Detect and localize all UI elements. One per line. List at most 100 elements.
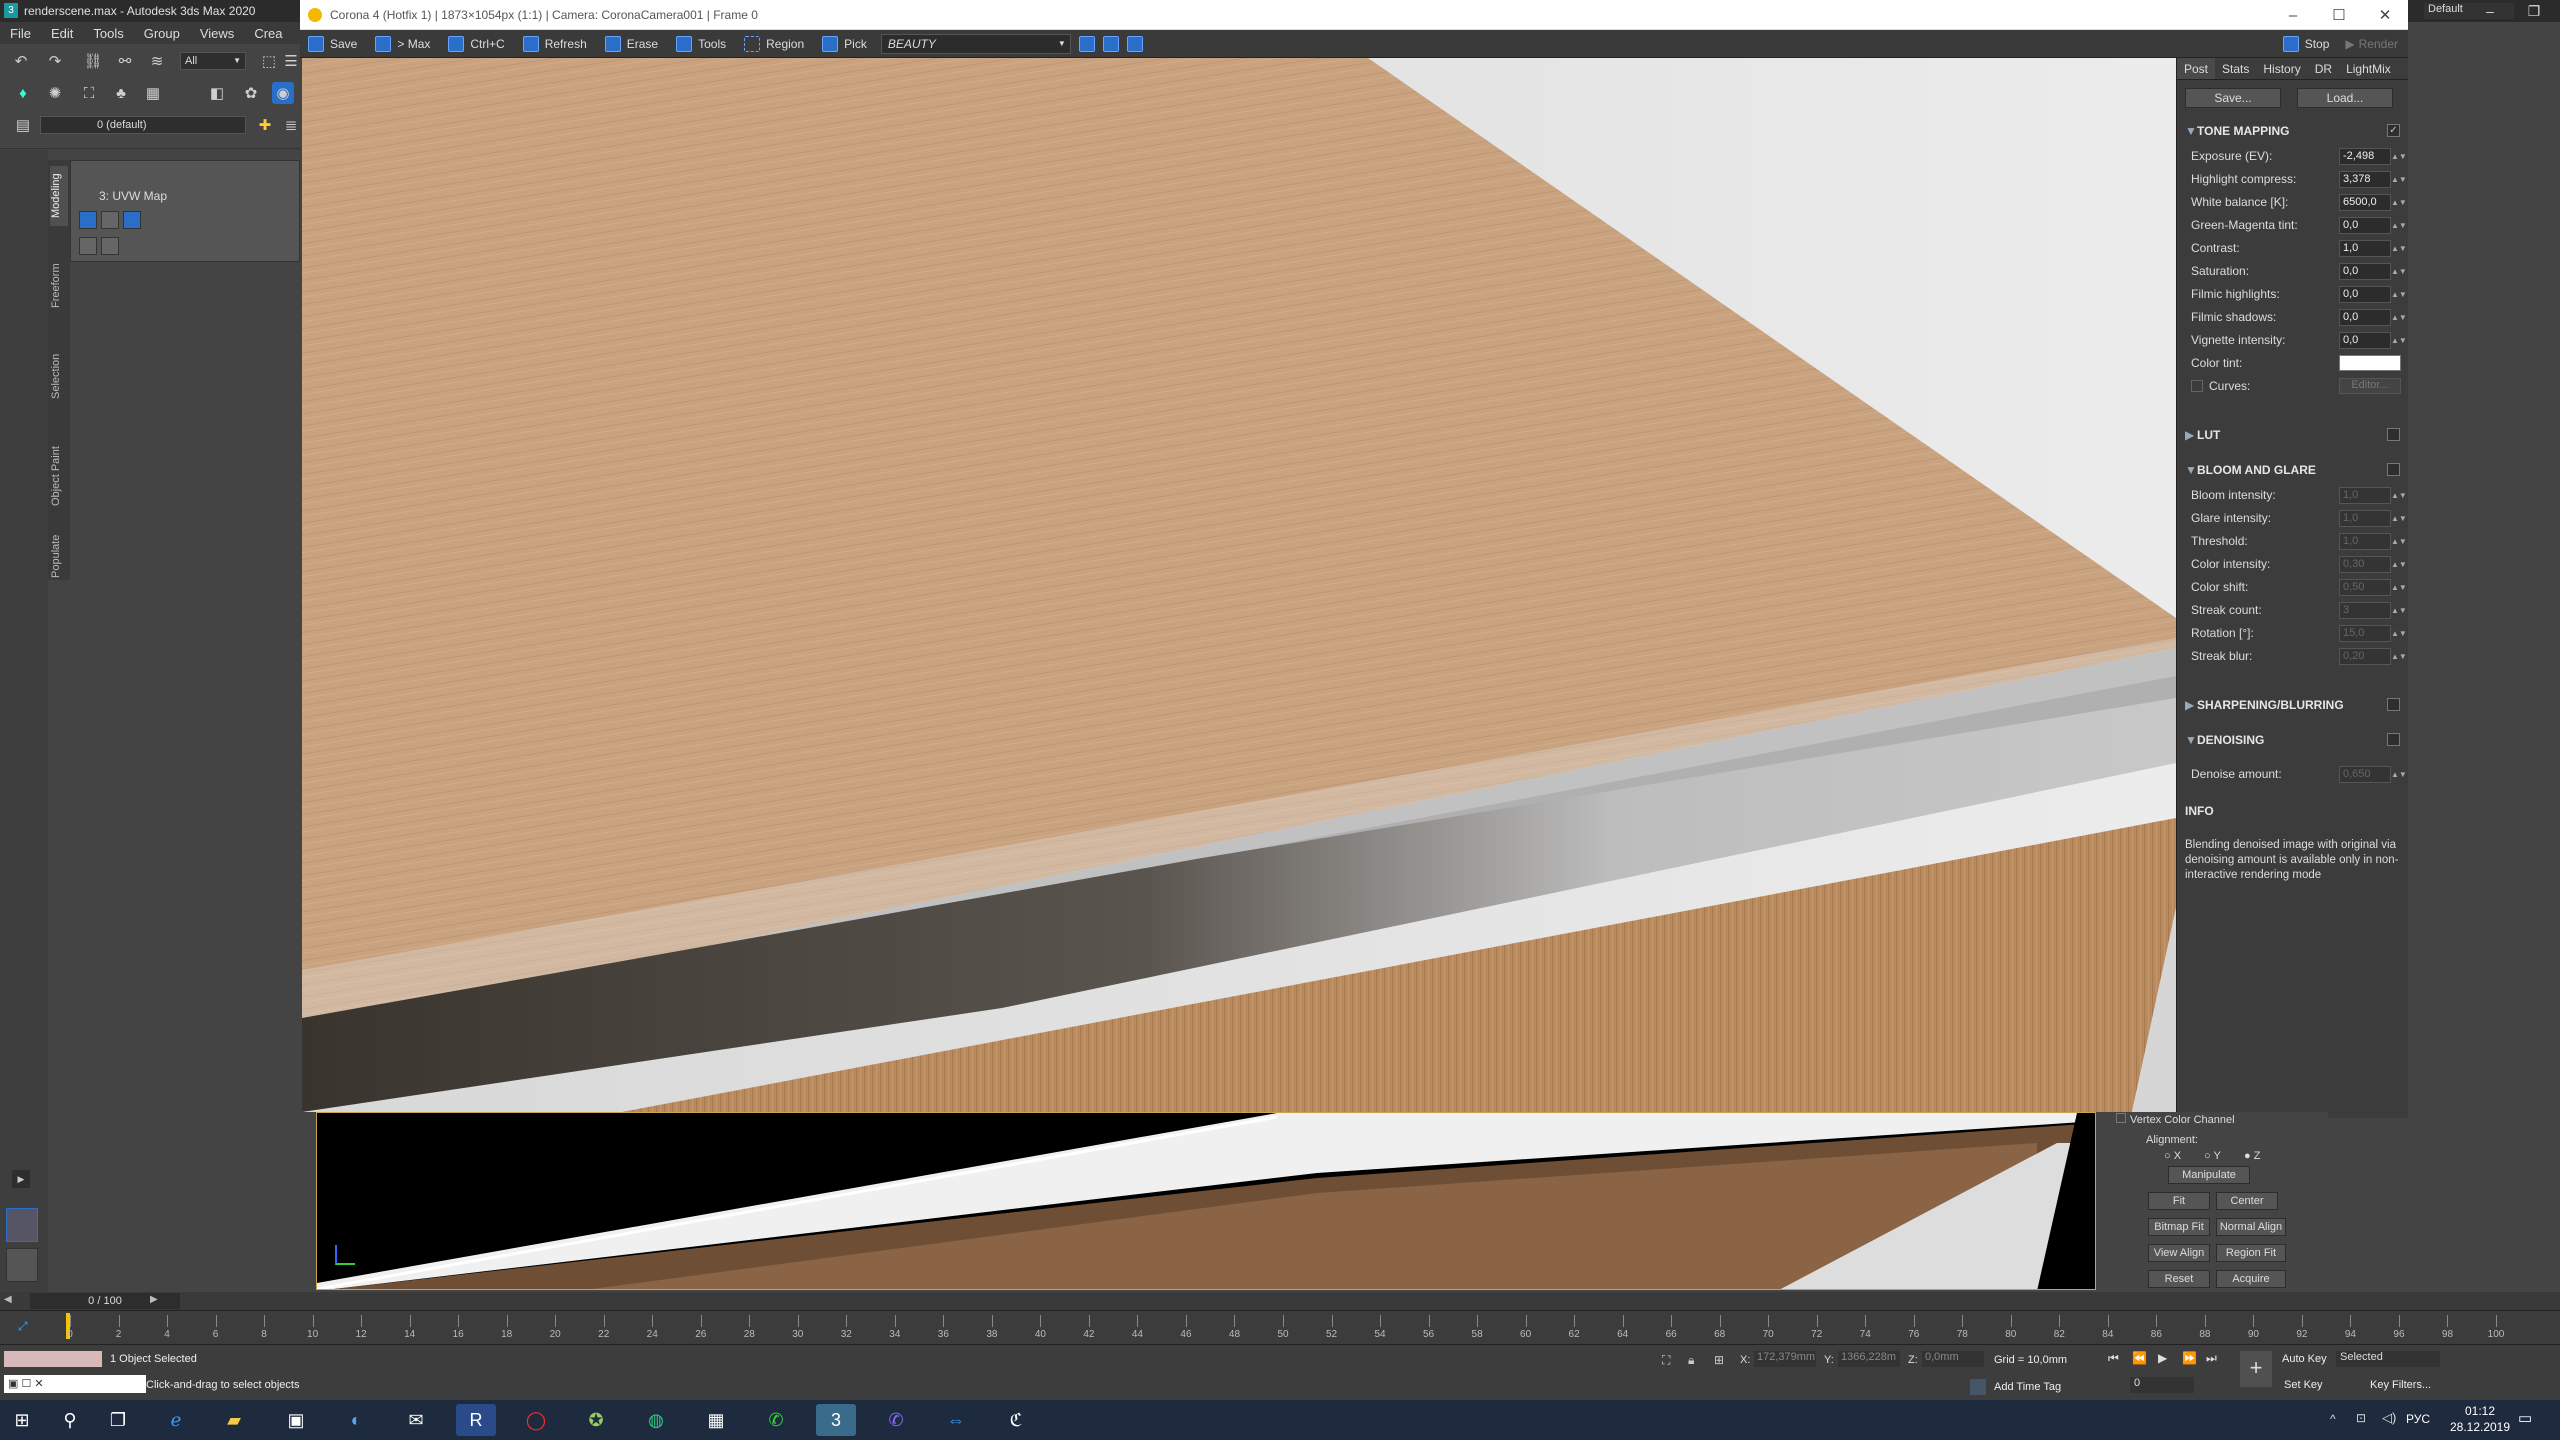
vfb-stop-button[interactable]: Stop	[2282, 33, 2329, 55]
y-coord-field[interactable]: 1366,228m	[1838, 1351, 1900, 1367]
store-icon[interactable]: ▣	[276, 1404, 316, 1436]
post-save-button[interactable]: Save...	[2185, 88, 2281, 108]
language-indicator[interactable]: РУС	[2406, 1412, 2430, 1426]
clock-time[interactable]: 01:12	[2452, 1404, 2508, 1418]
set-key-button[interactable]: Set Key	[2284, 1379, 2323, 1391]
curves-checkbox[interactable]	[2191, 380, 2203, 392]
curves-editor-button[interactable]: Editor...	[2339, 378, 2401, 394]
normal-align-button[interactable]: Normal Align	[2216, 1218, 2286, 1236]
next-key-icon[interactable]: ⏩	[2182, 1351, 2197, 1365]
vertex-color-checkbox[interactable]: Vertex Color Channel	[2116, 1112, 2235, 1128]
next-frame-icon[interactable]: ▶	[150, 1294, 158, 1305]
glare-intensity-field[interactable]: 1,0	[2339, 509, 2391, 527]
manipulate-button[interactable]: Manipulate	[2168, 1166, 2250, 1184]
restore-icon[interactable]: ❐	[2512, 0, 2556, 22]
post-load-button[interactable]: Load...	[2297, 88, 2393, 108]
revit-icon[interactable]: R	[456, 1404, 496, 1436]
section-tone-mapping[interactable]: ▼TONE MAPPING	[2185, 124, 2289, 138]
layer-dropdown[interactable]: 0 (default)	[40, 116, 246, 134]
spinner-icon[interactable]: ▲▼	[2391, 514, 2407, 523]
material-editor-icon[interactable]: ◧	[206, 82, 228, 104]
tab-selection[interactable]: Selection	[50, 346, 68, 406]
spinner-icon[interactable]: ▲▼	[2391, 652, 2407, 661]
windows-start-icon[interactable]: ⊞	[2, 1404, 42, 1436]
spinner-icon[interactable]: ▲▼	[2391, 491, 2407, 500]
x-coord-field[interactable]: 172,379mm	[1754, 1351, 1816, 1367]
make-unique-icon[interactable]	[123, 211, 141, 229]
exposure-field[interactable]: -2,498	[2339, 147, 2391, 165]
vignette-field[interactable]: 0,0	[2339, 331, 2391, 349]
app-globe-icon[interactable]: ✪	[576, 1404, 616, 1436]
unlink-icon[interactable]: ⚯	[114, 50, 136, 72]
highlight-compress-field[interactable]: 3,378	[2339, 170, 2391, 188]
menu-views[interactable]: Views	[190, 26, 244, 41]
go-end-icon[interactable]: ⏭	[2206, 1351, 2217, 1366]
opera-icon[interactable]: ◯	[516, 1404, 556, 1436]
filmic-highlights-field[interactable]: 0,0	[2339, 285, 2391, 303]
section-sharpening[interactable]: ▶ SHARPENING/BLURRING	[2185, 698, 2344, 712]
layer-manager-icon[interactable]: ▤	[12, 114, 34, 136]
file-explorer-icon[interactable]: ▰	[214, 1404, 254, 1436]
spinner-icon[interactable]: ▲▼	[2391, 606, 2407, 615]
link-icon[interactable]: ⛓	[82, 50, 104, 72]
vfb-pick-button[interactable]: Pick	[822, 33, 867, 55]
notification-icon[interactable]: ▭	[2518, 1409, 2532, 1427]
reset-button[interactable]: Reset	[2148, 1270, 2210, 1288]
minimize-icon[interactable]: –	[2468, 0, 2512, 22]
task-view-icon[interactable]: ❐	[98, 1404, 138, 1436]
script-mini-window[interactable]: ▣ ☐ ✕	[4, 1375, 146, 1393]
timeline-mini-curve-icon[interactable]: ⤢	[18, 1319, 28, 1334]
section-bloom-glare[interactable]: ▼BLOOM AND GLARE	[2185, 463, 2316, 477]
timeline-ruler[interactable]: ⤢ 0 2 4 6 8 10 12 14 16 18 20 22 24 26 28 30 32 34 36 38 40 4…	[0, 1310, 2560, 1344]
tab-stats[interactable]: Stats	[2215, 58, 2256, 79]
corona-taskbar-icon[interactable]: ℭ	[996, 1404, 1036, 1436]
whatsapp-icon[interactable]: ✆	[756, 1404, 796, 1436]
expand-arrow-icon[interactable]: ▶	[12, 1170, 30, 1188]
color-intensity-field[interactable]: 0,30	[2339, 555, 2391, 573]
pin-stack-icon[interactable]	[79, 211, 97, 229]
edge-icon[interactable]: ℯ	[156, 1404, 196, 1436]
key-mode-dropdown[interactable]: Selected	[2336, 1351, 2440, 1367]
menu-file[interactable]: File	[0, 26, 41, 41]
threshold-field[interactable]: 1,0	[2339, 532, 2391, 550]
add-time-tag[interactable]: Add Time Tag	[1994, 1381, 2061, 1393]
grid-icon[interactable]: ▦	[142, 82, 164, 104]
align-y-radio[interactable]: ○ Y	[2204, 1150, 2221, 1162]
rw-maximize-icon[interactable]: ☐	[2316, 0, 2362, 30]
fit-button[interactable]: Fit	[2148, 1192, 2210, 1210]
tab-object-paint[interactable]: Object Paint	[50, 436, 68, 516]
select-object-icon[interactable]: ⬚	[258, 50, 280, 72]
prev-frame-icon[interactable]: ◀	[4, 1294, 12, 1305]
vfb-region-button[interactable]: Region	[744, 33, 804, 55]
filmic-shadows-field[interactable]: 0,0	[2339, 308, 2391, 326]
spinner-icon[interactable]: ▲▼	[2391, 583, 2407, 592]
spinner-icon[interactable]: ▲▼	[2391, 560, 2407, 569]
vfb-refresh-button[interactable]: Refresh	[522, 33, 587, 55]
camera-icon[interactable]: ⛶	[78, 82, 100, 104]
vfb-save-button[interactable]: Save	[308, 33, 357, 55]
bind-spacewarp-icon[interactable]: ≋	[146, 50, 168, 72]
contrast-field[interactable]: 1,0	[2339, 239, 2391, 257]
spinner-icon[interactable]: ▲▼	[2391, 537, 2407, 546]
vfb-copy-button[interactable]: Ctrl+C	[448, 33, 505, 55]
redo-icon[interactable]: ↷	[44, 50, 66, 72]
show-end-result-icon[interactable]	[101, 211, 119, 229]
align-z-radio[interactable]: ● Z	[2244, 1150, 2260, 1162]
modifier-name[interactable]: 3: UVW Map	[99, 189, 167, 203]
streak-blur-field[interactable]: 0,20	[2339, 647, 2391, 665]
clock-date[interactable]: 28.12.2019	[2446, 1420, 2514, 1434]
tray-chevron-icon[interactable]: ^	[2330, 1412, 2336, 1426]
render-viewport[interactable]	[302, 58, 2176, 1112]
tab-modeling[interactable]: Modeling	[50, 166, 68, 226]
tab-dr[interactable]: DR	[2308, 58, 2339, 79]
selection-filter-dropdown[interactable]: All ▼	[180, 52, 246, 70]
center-button[interactable]: Center	[2216, 1192, 2278, 1210]
menu-edit[interactable]: Edit	[41, 26, 83, 41]
layer-stack-icon[interactable]: ≣	[280, 114, 302, 136]
acquire-button[interactable]: Acquire	[2216, 1270, 2286, 1288]
spinner-icon[interactable]: ▲▼	[2391, 175, 2407, 184]
spinner-icon[interactable]: ▲▼	[2391, 336, 2407, 345]
rw-close-icon[interactable]: ✕	[2362, 0, 2408, 30]
app-blue-icon[interactable]: ◐	[336, 1404, 376, 1436]
prev-key-icon[interactable]: ⏪	[2132, 1351, 2147, 1365]
